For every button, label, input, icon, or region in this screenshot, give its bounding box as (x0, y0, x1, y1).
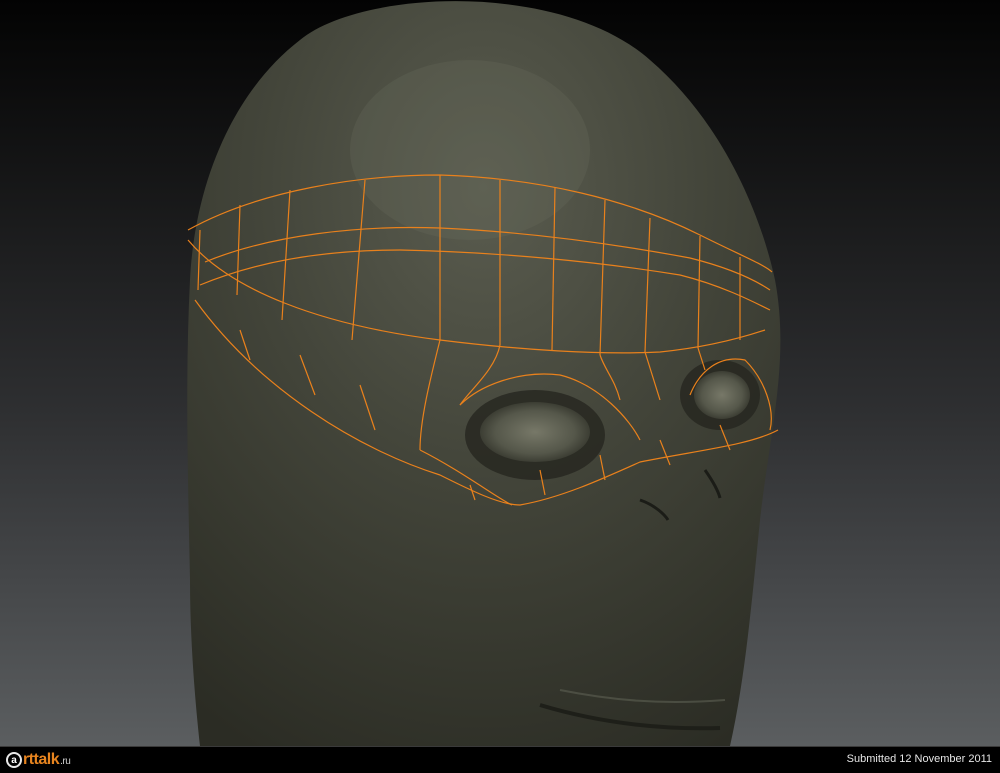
logo-brand: rttalk (23, 751, 60, 768)
logo-domain: .ru (60, 756, 71, 767)
render-image (0, 0, 1000, 746)
left-eye (480, 402, 590, 462)
footer-bar: a rttalk.ru Submitted 12 November 2011 (0, 746, 1000, 773)
right-eye (694, 371, 750, 419)
logo-mark: a (6, 752, 22, 768)
logo-text: rttalk.ru (23, 751, 71, 769)
site-logo[interactable]: a rttalk.ru (6, 750, 71, 770)
submission-date: Submitted 12 November 2011 (846, 753, 992, 765)
render-viewport (0, 0, 1000, 746)
